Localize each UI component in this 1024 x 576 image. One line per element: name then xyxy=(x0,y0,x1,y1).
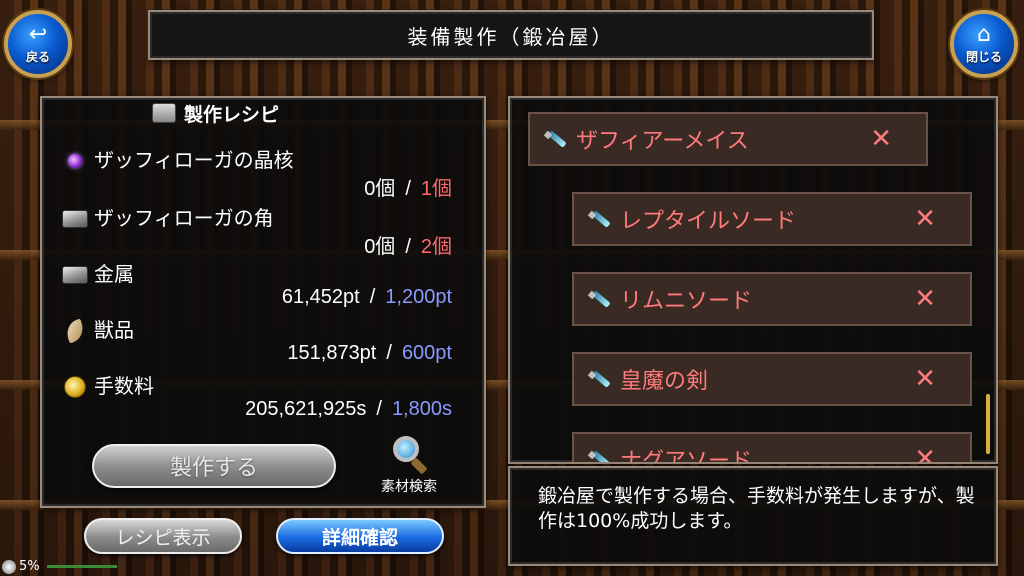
count-separator: / xyxy=(405,178,411,200)
unavailable-x-icon: ✕ xyxy=(870,124,892,154)
material-row: 獣品 151,873pt / 600pt xyxy=(62,314,472,372)
detail-button[interactable]: 詳細確認 xyxy=(276,518,444,554)
fang-icon xyxy=(62,318,88,344)
item-name: ザフィアーメイス xyxy=(576,129,749,154)
item-name: リムニソード xyxy=(620,289,753,314)
back-label: 戻る xyxy=(25,49,50,64)
material-name: ザッフィローガの角 xyxy=(94,206,274,230)
item-name: ナグアソード xyxy=(620,449,753,464)
material-need: 1個 xyxy=(420,178,452,200)
sword-icon xyxy=(588,208,610,230)
material-search-label: 素材検索 xyxy=(381,479,437,495)
list-item[interactable]: ザフィアーメイス ✕ xyxy=(528,112,928,166)
count-separator: / xyxy=(376,398,382,420)
back-arrow-icon: ↩ xyxy=(28,21,48,47)
material-count: 61,452pt / 1,200pt xyxy=(282,286,452,309)
close-label: 閉じる xyxy=(965,49,1002,64)
sword-icon xyxy=(544,128,566,150)
material-count: 0個 / 1個 xyxy=(364,172,452,201)
count-separator: / xyxy=(369,286,376,308)
coins-icon xyxy=(62,376,88,398)
count-separator: / xyxy=(386,342,392,364)
list-item[interactable]: レプタイルソード ✕ xyxy=(572,192,972,246)
material-have: 205,621,925s xyxy=(245,398,367,420)
equipment-list-panel[interactable]: ザフィアーメイス ✕ レプタイルソード ✕ リムニソード ✕ 皇魔の剣 ✕ ナグ… xyxy=(508,96,998,464)
sword-icon xyxy=(588,288,610,310)
unavailable-x-icon: ✕ xyxy=(914,284,936,314)
material-have: 61,452pt xyxy=(281,286,360,308)
material-need: 1,800s xyxy=(391,398,452,420)
battery-bar xyxy=(46,565,117,568)
material-have: 0個 xyxy=(364,178,396,200)
recipe-panel: 製作レシピ ザッフィローガの晶核 0個 / 1個 ザッフィローガの角 0個 / 2個 金… xyxy=(40,96,486,508)
material-count: 205,621,925s / 1,800s xyxy=(245,398,452,421)
message-text: 鍛冶屋で製作する場合、手数料が発生しますが、製作は100%成功します。 xyxy=(538,485,975,532)
list-item[interactable]: リムニソード ✕ xyxy=(572,272,972,326)
back-button[interactable]: ↩ 戻る xyxy=(4,10,72,78)
count-separator: / xyxy=(405,236,411,258)
material-count: 0個 / 2個 xyxy=(364,230,452,259)
list-item[interactable]: ナグアソード ✕ xyxy=(572,432,972,464)
item-name: レプタイルソード xyxy=(620,209,797,234)
magnifier-icon xyxy=(391,436,428,475)
material-row: 手数料 205,621,925s / 1,800s xyxy=(62,370,472,428)
list-item[interactable]: 皇魔の剣 ✕ xyxy=(572,352,972,406)
material-name: 獣品 xyxy=(94,318,134,342)
material-name: 手数料 xyxy=(94,374,154,398)
material-need: 2個 xyxy=(420,236,452,258)
material-need: 600pt xyxy=(401,342,452,364)
sword-icon xyxy=(588,368,610,390)
material-search-button[interactable]: 素材検索 xyxy=(364,436,454,500)
material-row: 金属 61,452pt / 1,200pt xyxy=(62,258,472,316)
recipe-heading-text: 製作レシピ xyxy=(184,103,280,126)
material-name: ザッフィローガの晶核 xyxy=(94,148,294,172)
recipe-show-button[interactable]: レシピ表示 xyxy=(84,518,242,554)
recipe-heading: 製作レシピ xyxy=(152,100,279,126)
craft-button[interactable]: 製作する xyxy=(92,444,336,488)
list-scrollbar[interactable] xyxy=(986,394,990,454)
sword-icon xyxy=(588,448,610,462)
home-icon: ⌂ xyxy=(977,21,991,47)
material-name: 金属 xyxy=(94,262,134,286)
material-row: ザッフィローガの晶核 0個 / 1個 xyxy=(62,144,472,202)
battery-text: 5% xyxy=(19,559,40,574)
material-row: ザッフィローガの角 0個 / 2個 xyxy=(62,202,472,260)
unavailable-x-icon: ✕ xyxy=(914,364,936,394)
material-need: 1,200pt xyxy=(385,286,452,308)
close-button[interactable]: ⌂ 閉じる xyxy=(950,10,1018,78)
recipe-book-icon xyxy=(152,103,176,123)
item-name: 皇魔の剣 xyxy=(620,369,709,394)
message-panel: 鍛冶屋で製作する場合、手数料が発生しますが、製作は100%成功します。 xyxy=(508,466,998,566)
unavailable-x-icon: ✕ xyxy=(914,204,936,234)
material-count: 151,873pt / 600pt xyxy=(287,342,452,365)
status-indicator: 5% xyxy=(2,559,117,574)
material-have: 151,873pt xyxy=(287,342,377,364)
crystal-core-icon xyxy=(62,150,88,172)
material-have: 0個 xyxy=(364,236,396,258)
page-title: 装備製作（鍛冶屋） xyxy=(148,10,874,60)
ingot-icon xyxy=(62,208,88,230)
battery-icon xyxy=(2,559,16,574)
unavailable-x-icon: ✕ xyxy=(914,444,936,464)
ingot-icon xyxy=(62,264,88,286)
